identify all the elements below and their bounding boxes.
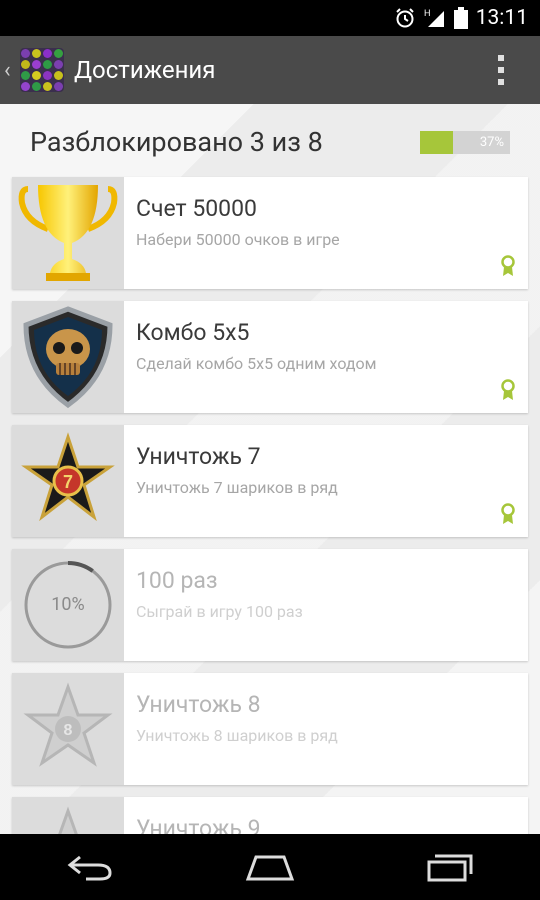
unlocked-badge-icon — [501, 503, 515, 524]
achievement-title: Уничтожь 9 — [136, 815, 261, 834]
achievement-thumb: 10% — [12, 549, 124, 661]
status-bar: H 13:11 — [0, 0, 540, 36]
achievement-thumb — [12, 177, 124, 289]
unlock-progress-label: 37% — [479, 134, 504, 150]
achievement-description: Уничтожь 7 шариков в ряд — [136, 478, 338, 497]
achievement-title: Уничтожь 7 — [136, 443, 261, 470]
unlock-progress-fill — [420, 130, 454, 154]
star-9-icon — [58, 806, 78, 834]
achievement-description: Сделай комбо 5х5 одним ходом — [136, 354, 377, 373]
achievement-title: Счет 50000 — [136, 195, 257, 222]
achievement-thumb — [12, 301, 124, 413]
achievement-description: Уничтожь 8 шариков в ряд — [136, 726, 338, 745]
star-7-icon: 7 — [21, 432, 115, 522]
achievement-card[interactable]: 7 Уничтожь 7 Уничтожь 7 шариков в ряд — [12, 425, 528, 537]
svg-text:7: 7 — [63, 472, 73, 492]
achievement-title: Уничтожь 8 — [136, 691, 261, 718]
page-title: Достижения — [74, 56, 216, 84]
achievement-title: 100 раз — [136, 567, 218, 594]
achievement-card[interactable]: 10% 100 раз Сыграй в игру 100 раз — [12, 549, 528, 661]
star-8-icon: 8 — [23, 682, 113, 767]
signal-icon: H — [424, 7, 446, 29]
back-icon[interactable] — [60, 847, 120, 887]
achievement-card[interactable]: 8 Уничтожь 8 Уничтожь 8 шариков в ряд — [12, 673, 528, 785]
home-icon[interactable] — [240, 847, 300, 887]
unlocked-badge-icon — [501, 255, 515, 276]
achievement-thumb: 8 — [12, 673, 124, 785]
status-time: 13:11 — [475, 6, 528, 30]
skull-shield-icon — [23, 306, 113, 409]
svg-text:H: H — [424, 8, 431, 18]
recents-icon[interactable] — [420, 847, 480, 887]
svg-text:8: 8 — [64, 722, 73, 739]
achievement-description: Набери 50000 очков в игре — [136, 230, 340, 249]
achievement-card[interactable]: Комбо 5х5 Сделай комбо 5х5 одним ходом — [12, 301, 528, 413]
app-logo[interactable] — [20, 48, 64, 92]
achievement-card[interactable]: Счет 50000 Набери 50000 очков в игре — [12, 177, 528, 289]
unlocked-badge-icon — [501, 379, 515, 400]
action-bar: ‹ Достижения — [0, 36, 540, 104]
unlock-progress-bar: 37% — [420, 130, 510, 154]
unlock-summary: Разблокировано 3 из 8 37% — [30, 120, 510, 164]
battery-icon — [453, 7, 468, 29]
overflow-menu-icon[interactable] — [486, 36, 516, 104]
trophy-icon — [18, 185, 118, 281]
achievement-thumb: 7 — [12, 425, 124, 537]
achievement-thumb — [12, 797, 124, 834]
navigation-bar — [0, 834, 540, 900]
alarm-icon — [394, 7, 416, 29]
achievements-list[interactable]: Разблокировано 3 из 8 37% Счет 50000 Наб… — [0, 104, 540, 834]
achievement-title: Комбо 5х5 — [136, 319, 250, 346]
unlock-summary-text: Разблокировано 3 из 8 — [30, 126, 323, 158]
up-navigation-icon[interactable]: ‹ — [4, 58, 18, 83]
achievement-card[interactable]: Уничтожь 9 — [12, 797, 528, 834]
progress-ring-label: 10% — [51, 594, 85, 615]
achievement-description: Сыграй в игру 100 раз — [136, 602, 303, 621]
